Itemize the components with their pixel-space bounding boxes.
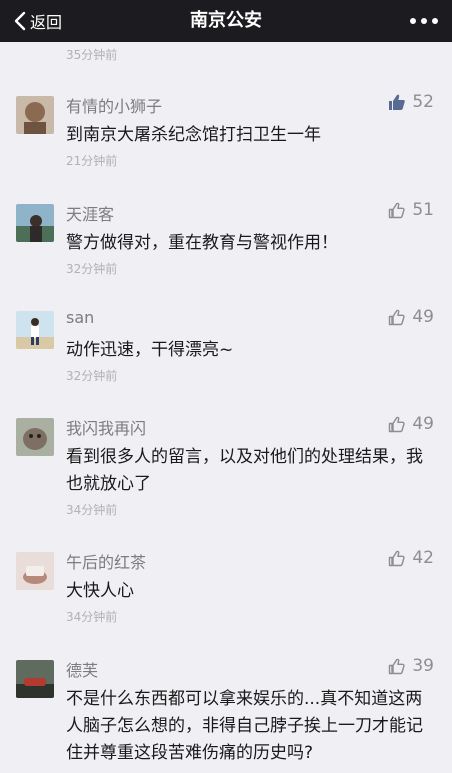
comment-content: 动作迅速，干得漂亮~: [66, 340, 234, 360]
like-count: 39: [412, 656, 434, 676]
like-count: 49: [412, 414, 434, 434]
comment-time: 34分钟前: [66, 610, 118, 624]
like-button[interactable]: 49: [388, 414, 434, 434]
like-count: 51: [412, 200, 434, 220]
thumbs-up-icon: [389, 550, 406, 567]
navigation-bar: 返回 南京公安: [0, 0, 452, 42]
previous-comment-time: 35分钟前: [66, 48, 118, 62]
thumbs-up-icon: [389, 658, 406, 675]
comment-content: 大快人心: [66, 581, 134, 601]
comment-time: 32分钟前: [66, 262, 118, 276]
like-count: 49: [412, 307, 434, 327]
more-menu-icon[interactable]: [410, 0, 438, 42]
thumbs-up-icon: [389, 94, 406, 110]
like-button[interactable]: 51: [388, 200, 434, 220]
like-button[interactable]: 39: [388, 656, 434, 676]
comment-content: 到南京大屠杀纪念馆打扫卫生一年: [66, 125, 321, 145]
back-label: 返回: [30, 13, 63, 32]
avatar[interactable]: [16, 552, 54, 590]
thumbs-up-icon: [389, 202, 406, 219]
avatar[interactable]: [16, 418, 54, 456]
nickname[interactable]: 午后的红茶: [66, 549, 146, 573]
nickname[interactable]: 德芙: [66, 657, 98, 681]
comment-content: 不是什么东西都可以拿来娱乐的...真不知道这两人脑子怎么想的，非得自己脖子挨上一…: [66, 689, 423, 763]
thumbs-up-icon: [389, 416, 406, 433]
comment-content: 警方做得对，重在教育与警视作用！: [66, 233, 338, 253]
page-title: 南京公安: [190, 10, 262, 31]
avatar[interactable]: [16, 660, 54, 698]
nickname[interactable]: 有情的小狮子: [66, 93, 162, 117]
like-count: 52: [412, 92, 434, 112]
thumbs-up-icon: [389, 309, 406, 326]
avatar[interactable]: [16, 311, 54, 349]
comment-feed[interactable]: 35分钟前 有情的小狮子 52 到南京大屠杀纪念馆打扫卫生一年 21分钟前 天涯…: [0, 42, 452, 773]
like-button[interactable]: 49: [388, 307, 434, 327]
like-button[interactable]: 52: [388, 92, 434, 112]
comment-time: 32分钟前: [66, 369, 118, 383]
comment-time: 21分钟前: [66, 154, 118, 168]
chevron-left-icon: [14, 11, 26, 31]
like-count: 42: [412, 548, 434, 568]
avatar[interactable]: [16, 96, 54, 134]
nickname[interactable]: 我闪我再闪: [66, 415, 146, 439]
comment-content: 看到很多人的留言，以及对他们的处理结果，我也就放心了: [66, 447, 423, 494]
back-button[interactable]: 返回: [14, 0, 62, 42]
nickname[interactable]: 天涯客: [66, 201, 114, 225]
comment-time: 34分钟前: [66, 503, 118, 517]
like-button[interactable]: 42: [388, 548, 434, 568]
avatar[interactable]: [16, 204, 54, 242]
nickname[interactable]: san: [66, 308, 94, 327]
